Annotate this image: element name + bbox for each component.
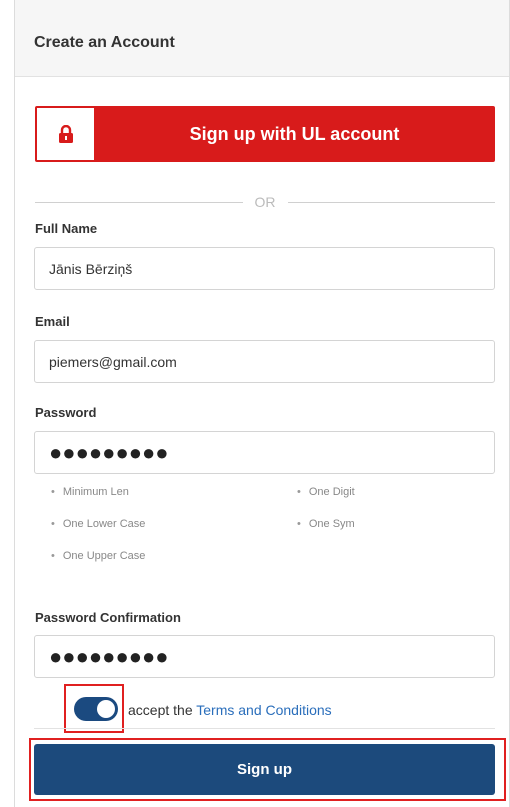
password-confirmation-field[interactable]: ●●●●●●●●●: [34, 635, 495, 678]
full-name-label: Full Name: [35, 221, 98, 236]
ul-signup-button[interactable]: Sign up with UL account: [35, 106, 495, 162]
email-label: Email: [35, 314, 70, 329]
req-one-upper-case: One Upper Case: [51, 550, 146, 562]
signup-button[interactable]: Sign up: [34, 744, 495, 795]
email-field[interactable]: piemers@gmail.com: [34, 340, 495, 383]
req-one-lower-case: One Lower Case: [51, 518, 146, 530]
or-divider: OR: [35, 193, 495, 211]
page-title: Create an Account: [34, 34, 175, 51]
full-name-field[interactable]: Jānis Bērziņš: [34, 247, 495, 290]
ul-signup-label: Sign up with UL account: [189, 123, 400, 144]
toggle-knob: [97, 700, 115, 718]
req-minimum-len: Minimum Len: [51, 486, 129, 498]
terms-link[interactable]: Terms and Conditions: [196, 702, 331, 718]
req-one-digit: One Digit: [297, 486, 355, 498]
terms-prefix: accept the: [128, 702, 197, 718]
terms-toggle[interactable]: [74, 697, 118, 721]
card-header: Create an Account: [15, 0, 509, 77]
terms-text: accept the Terms and Conditions: [128, 702, 332, 718]
or-text: OR: [254, 194, 276, 210]
req-one-sym: One Sym: [297, 518, 355, 530]
lock-icon: [37, 108, 94, 160]
password-confirmation-label: Password Confirmation: [35, 610, 181, 625]
divider: [34, 728, 495, 729]
password-field[interactable]: ●●●●●●●●●: [34, 431, 495, 474]
password-label: Password: [35, 405, 97, 420]
signup-card: Create an Account Sign up with UL accoun…: [14, 0, 510, 807]
